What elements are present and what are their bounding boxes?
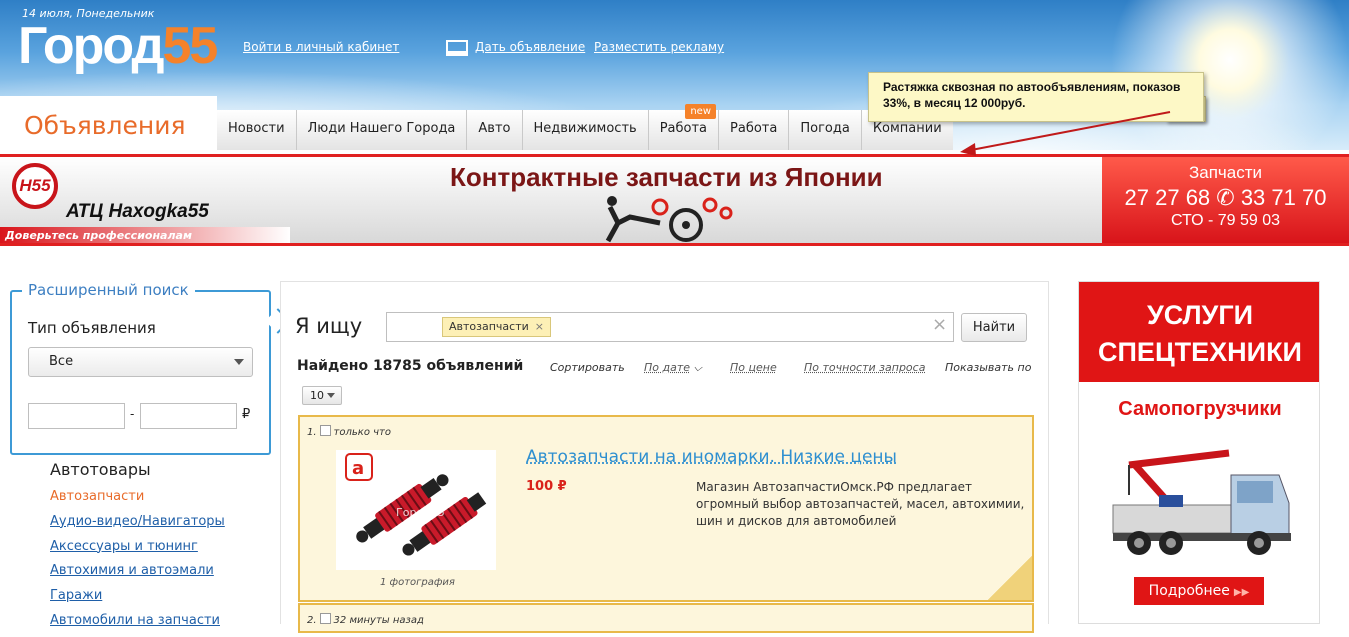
side-ad-headline: УСЛУГИ СПЕЦТЕХНИКИ	[1079, 282, 1319, 382]
banner-phone-label: Запчасти	[1188, 163, 1263, 182]
chevron-down-icon	[234, 359, 244, 365]
side-ad-banner[interactable]: УСЛУГИ СПЕЦТЕХНИКИ Самопогрузчики Подроб…	[1078, 281, 1320, 624]
banner-phone-block: Запчасти 27 27 68 ✆ 33 71 70 СТО - 79 59…	[1102, 157, 1349, 243]
login-link[interactable]: Войти в личный кабинет	[243, 40, 399, 54]
search-input[interactable]: Автозапчасти × ×	[386, 312, 954, 342]
section-title[interactable]: Объявления	[0, 96, 217, 154]
banner-brand: АТЦ Haxogka55	[66, 201, 209, 222]
side-ad-subheadline: Самопогрузчики	[1118, 398, 1282, 420]
search-tag-label: Автозапчасти	[449, 320, 529, 333]
advanced-search-title: Расширенный поиск	[22, 281, 195, 299]
ad-type-label: Тип объявления	[28, 319, 156, 337]
category-list: Автозапчасти Аудио-видео/Навигаторы Аксе…	[50, 488, 225, 637]
site-logo[interactable]: Город55	[18, 16, 219, 76]
advertise-link[interactable]: Разместить рекламу	[594, 40, 724, 54]
search-tag[interactable]: Автозапчасти ×	[442, 317, 551, 337]
search-results-panel: Я ищу Автозапчасти × × Найти Найдено 1878…	[280, 281, 1049, 633]
post-ad-link[interactable]: Дать объявление	[475, 40, 585, 54]
nav-item-auto[interactable]: Авто	[466, 110, 522, 150]
banner-logo: Н55	[12, 163, 58, 209]
listing-time: 32 минуты назад	[333, 615, 424, 626]
price-from-input[interactable]	[28, 403, 125, 429]
tag-remove-icon[interactable]: ×	[535, 320, 544, 333]
banner-slogan: Доверьтесь профессионалам	[0, 227, 290, 243]
sort-label: Сортировать	[550, 361, 625, 374]
category-item-chemicals[interactable]: Автохимия и автоэмали	[50, 562, 225, 587]
double-arrow-icon: ▶▶	[1233, 587, 1250, 598]
crane-truck-image	[1112, 449, 1291, 555]
price-range-dash: -	[130, 407, 135, 421]
listing-meta: 2. 32 минуты назад	[307, 613, 424, 626]
promo-note: Растяжка сквозная по автообъявлениям, по…	[868, 72, 1204, 122]
nav-item-weather[interactable]: Погода	[788, 110, 861, 150]
category-item-garages[interactable]: Гаражи	[50, 587, 225, 612]
logo-number: 55	[162, 17, 219, 75]
per-page-select[interactable]: 10	[302, 386, 342, 405]
currency-sign: ₽	[242, 407, 251, 422]
nav-item-news[interactable]: Новости	[217, 110, 296, 150]
price-to-input[interactable]	[140, 403, 237, 429]
banner-phone-numbers: 27 27 68 ✆ 33 71 70	[1124, 185, 1327, 210]
nav-label: Авто	[478, 121, 511, 136]
nav-label: Новости	[228, 121, 285, 136]
category-item-audio-video[interactable]: Аудио-видео/Навигаторы	[50, 513, 225, 538]
listing-description: Магазин АвтозапчастиОмск.РФ предлагает о…	[696, 480, 1025, 528]
results-count: Найдено 18785 объявлений	[297, 358, 524, 374]
listing-photo[interactable]: a Город55	[336, 450, 496, 570]
find-button[interactable]: Найти	[961, 313, 1027, 342]
per-page-label: Показывать по	[945, 361, 1032, 374]
nav-item-realty[interactable]: Недвижимость	[521, 110, 648, 150]
logo-text: Город	[18, 17, 165, 75]
photo-count: 1 фотография	[380, 577, 455, 588]
listing-checkbox[interactable]	[319, 425, 331, 436]
nav-label: Погода	[800, 121, 850, 136]
sort-by-relevance[interactable]: По точности запроса	[804, 361, 925, 374]
chevron-down-icon: ⌵	[693, 361, 702, 374]
svg-text:a: a	[352, 458, 364, 479]
search-heading: Я ищу	[295, 314, 363, 338]
main-nav: Новости Люди Нашего Города Авто Недвижим…	[217, 104, 953, 150]
listing-card: 2. 32 минуты назад	[298, 603, 1034, 633]
nav-label: Компании	[872, 121, 942, 136]
ad-type-select[interactable]: Все	[28, 347, 253, 377]
sort-by-date-label: По дате	[644, 361, 691, 374]
nav-label: Работа	[730, 121, 778, 136]
shock-absorbers-image: a Город55	[345, 453, 487, 556]
top-ad-banner[interactable]: Н55 АТЦ Haxogka55 Доверьтесь профессиона…	[0, 154, 1349, 246]
sort-by-price[interactable]: По цене	[730, 361, 777, 374]
listing-title[interactable]: Автозапчасти на иномарки. Низкие цены	[526, 447, 897, 467]
post-ad-icon	[446, 40, 468, 56]
listing-index: 2.	[307, 615, 317, 626]
listing-meta: 1. только что	[307, 425, 391, 438]
mechanic-gears-icon	[605, 196, 733, 243]
photo-watermark: Город55	[396, 506, 445, 519]
listing-index: 1.	[307, 427, 317, 438]
listing-card: 1. только что a Город55 1 фотография Авт…	[298, 415, 1034, 602]
advanced-search-panel: Расширенный поиск Тип объявления Все - ₽	[10, 281, 291, 455]
category-item-auto-parts[interactable]: Автозапчасти	[50, 488, 225, 513]
category-title: Автотовары	[50, 460, 151, 479]
new-badge: new	[685, 104, 717, 119]
listing-time: только что	[333, 427, 391, 438]
chevron-down-icon	[327, 393, 335, 398]
banner-sto-phone: СТО - 79 59 03	[1170, 212, 1281, 229]
per-page-value: 10	[310, 389, 324, 402]
nav-item-jobs[interactable]: Работа	[718, 110, 789, 150]
sort-by-date[interactable]: По дате ⌵	[644, 361, 702, 375]
nav-item-people[interactable]: Люди Нашего Города	[295, 110, 467, 150]
nav-label: Недвижимость	[533, 121, 637, 136]
listing-price: 100 ₽	[526, 479, 567, 494]
nav-item-jobs-new[interactable]: Работа new	[647, 104, 719, 150]
ad-type-value: Все	[49, 354, 74, 369]
nav-label: Люди Нашего Города	[307, 121, 456, 136]
clear-search-icon[interactable]: ×	[932, 314, 947, 335]
listing-checkbox[interactable]	[319, 613, 331, 624]
category-item-cars-for-parts[interactable]: Автомобили на запчасти	[50, 612, 225, 637]
category-item-accessories[interactable]: Аксессуары и тюнинг	[50, 538, 225, 563]
highlight-corner	[988, 556, 1032, 600]
banner-title: Контрактные запчасти из Японии	[450, 162, 883, 192]
side-ad-more-label: Подробнее	[1148, 583, 1230, 599]
nav-label: Работа	[659, 121, 708, 136]
side-ad-more-button[interactable]: Подробнее ▶▶	[1134, 577, 1264, 605]
